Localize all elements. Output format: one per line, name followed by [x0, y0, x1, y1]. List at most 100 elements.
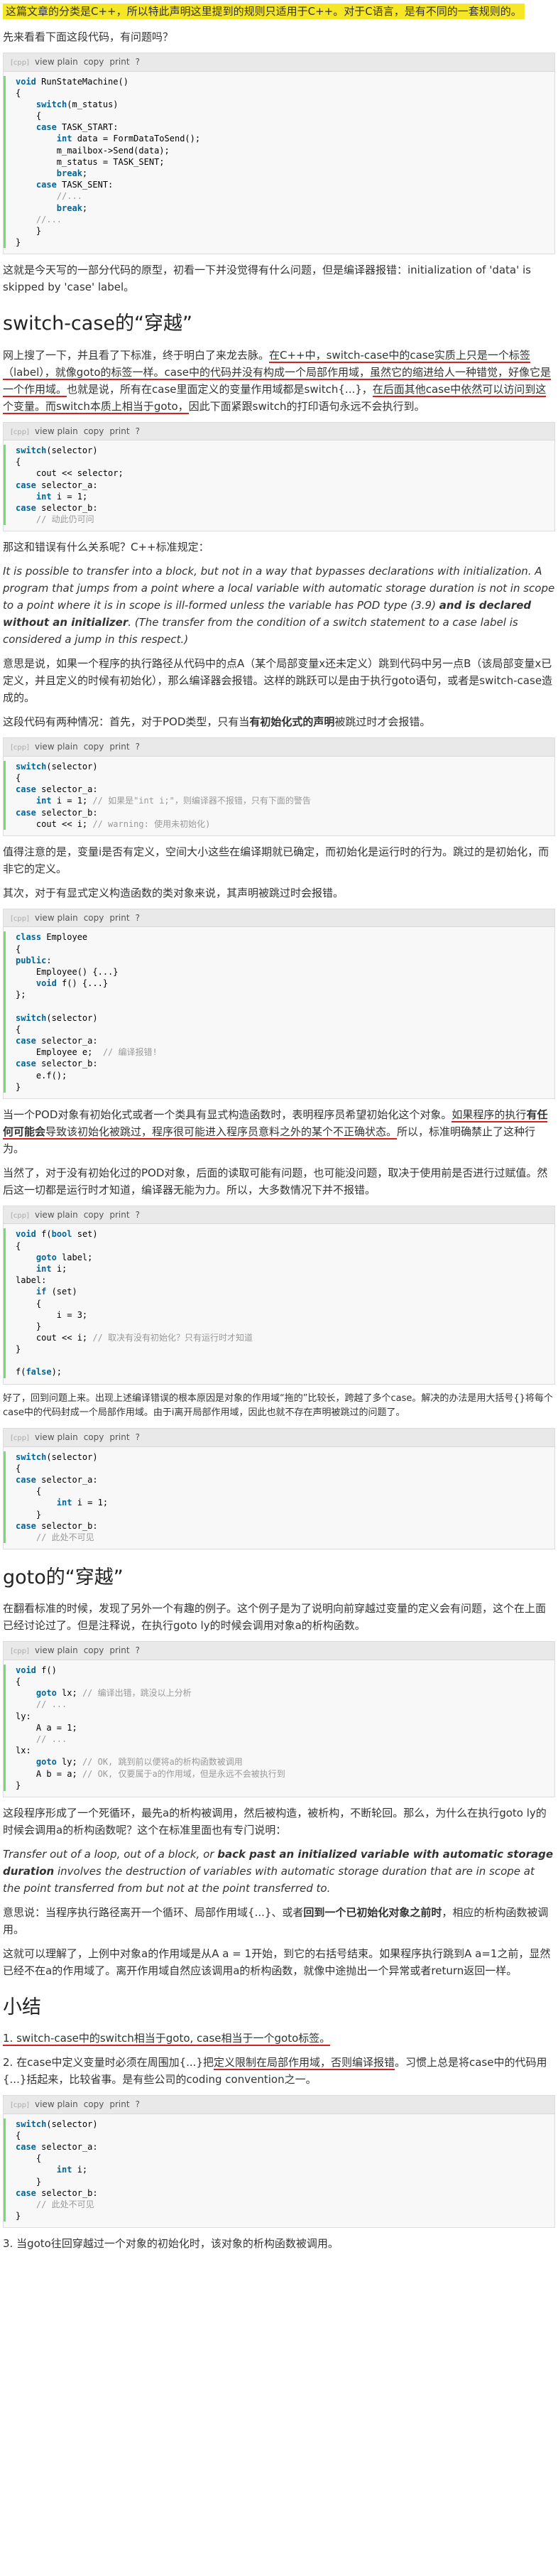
paragraph-8-a: 当一个POD对象有初始化式或者一个类具有显式构造函数时，表明程序员希望初始化这个… — [3, 1108, 452, 1121]
code-line: // ... — [4, 1733, 554, 1746]
heading-goto: goto的“穿越” — [3, 1566, 124, 1589]
article: 这篇文章的分类是C++，所以特此声明这里提到的规则只适用于C++。对于C语言，是… — [0, 3, 558, 2273]
copy-link[interactable]: copy — [84, 913, 104, 923]
code-line: goto label; — [4, 1251, 554, 1263]
code-line: { — [4, 943, 554, 955]
print-link[interactable]: print — [109, 426, 129, 436]
code-lines: switch(selector){ cout << selector; case … — [4, 440, 554, 531]
paragraph-14: 这就可以理解了，上例中对象a的作用域是从A a = 1开始，到它的右括号结束。如… — [3, 1947, 551, 1977]
code-line: } — [4, 237, 554, 249]
code-toolbar: [cpp] view plain copy print? — [4, 422, 554, 440]
code-line: } — [4, 1343, 554, 1355]
code-lines: void f(){ goto lx; // 编译出错，跳没以上分析 // ...… — [4, 1660, 554, 1797]
view-plain-link[interactable]: view plain — [35, 1432, 78, 1442]
code-line: { — [4, 2129, 554, 2142]
help-link[interactable]: ? — [136, 2099, 140, 2109]
code-line: { — [4, 110, 554, 122]
code-line: cout << i; // 取决有没有初始化？只有运行时才知道 — [4, 1332, 554, 1344]
code-line: void f() — [4, 1664, 554, 1677]
code-line: void RunStateMachine() — [4, 75, 554, 87]
copy-link[interactable]: copy — [84, 57, 104, 67]
copy-tag-label: [cpp] — [11, 59, 29, 67]
copy-tag-label: [cpp] — [11, 1647, 29, 1656]
code-block-1: [cpp] view plain copy print? void RunStateMa… — [3, 53, 555, 255]
code-line: cout << selector; — [4, 467, 554, 480]
code-line: m_mailbox->Send(data); — [4, 144, 554, 156]
code-line: lx: — [4, 1745, 554, 1757]
help-link[interactable]: ? — [136, 1645, 140, 1655]
code-line — [4, 1000, 554, 1012]
code-toolbar: [cpp] view plain copy print? — [4, 1206, 554, 1225]
code-lines: void RunStateMachine(){ switch(m_status)… — [4, 72, 554, 254]
code-line: // 此处不可见 — [4, 1532, 554, 1544]
code-line: } — [4, 224, 554, 237]
view-plain-link[interactable]: view plain — [35, 57, 78, 67]
code-line: switch(selector) — [4, 445, 554, 457]
code-line: { — [4, 1676, 554, 1688]
paragraph-5-c: 被跳过时才会报错。 — [334, 715, 431, 729]
code-line: int i = 1; — [4, 490, 554, 502]
help-link[interactable]: ? — [136, 1210, 140, 1220]
copy-link[interactable]: copy — [84, 742, 104, 752]
view-plain-link[interactable]: view plain — [35, 1645, 78, 1655]
copy-link[interactable]: copy — [84, 1645, 104, 1655]
help-link[interactable]: ? — [136, 1432, 140, 1442]
code-line: ly: — [4, 1710, 554, 1722]
code-line: case selector_b: — [4, 1058, 554, 1070]
code-line: int i = 1; — [4, 1497, 554, 1509]
print-link[interactable]: print — [109, 2099, 129, 2109]
print-link[interactable]: print — [109, 57, 129, 67]
view-plain-link[interactable]: view plain — [35, 913, 78, 923]
print-link[interactable]: print — [109, 1210, 129, 1220]
help-link[interactable]: ? — [136, 742, 140, 752]
copy-tag-label: [cpp] — [11, 744, 29, 752]
paragraph-13: 意思说：当程序执行路径离开一个循环、局部作用域{...}、或者回到一个已初始化对… — [3, 1904, 555, 1938]
copy-tag-label: [cpp] — [11, 428, 29, 436]
code-toolbar: [cpp] view plain copy print? — [4, 53, 554, 72]
paragraph-8: 当一个POD对象有初始化式或者一个类具有显式构造函数时，表明程序员希望初始化这个… — [3, 1106, 555, 1157]
code-line: case TASK_START: — [4, 121, 554, 134]
code-line: //... — [4, 213, 554, 225]
help-link[interactable]: ? — [136, 913, 140, 923]
copy-link[interactable]: copy — [84, 2099, 104, 2109]
code-toolbar: [cpp] view plain copy print? — [4, 909, 554, 928]
code-line: switch(selector) — [4, 760, 554, 772]
view-plain-link[interactable]: view plain — [35, 1210, 78, 1220]
help-link[interactable]: ? — [136, 57, 140, 67]
copy-link[interactable]: copy — [84, 1432, 104, 1442]
view-plain-link[interactable]: view plain — [35, 742, 78, 752]
code-line: break; — [4, 202, 554, 214]
code-line: int data = FormDataToSend(); — [4, 133, 554, 145]
code-line: case selector_a: — [4, 1034, 554, 1047]
print-link[interactable]: print — [109, 1645, 129, 1655]
paragraph-11: 在翻看标准的时候，发现了另外一个有趣的例子。这个例子是为了说明向前穿越过变量的定… — [3, 1602, 547, 1633]
paragraph-12: 这段程序形成了一个死循环，最先a的析构被调用，然后被构造，被析构，不断轮回。那么… — [3, 1806, 547, 1836]
intro-question: 先来看看下面这段代码，有问题吗？ — [3, 31, 174, 43]
paragraph-13-a: 意思说：当程序执行路径离开一个循环、局部作用域{...}、或者 — [3, 1905, 304, 1919]
summary-item-3: 3. 当goto往回穿越过一个对象的初始化时，该对象的析构函数被调用。 — [3, 2237, 339, 2251]
copy-link[interactable]: copy — [84, 426, 104, 436]
intro-highlight: 这篇文章的分类是C++，所以特此声明这里提到的规则只适用于C++。对于C语言，是… — [3, 4, 525, 19]
code-line: break; — [4, 168, 554, 180]
copy-link[interactable]: copy — [84, 1210, 104, 1220]
print-link[interactable]: print — [109, 742, 129, 752]
print-link[interactable]: print — [109, 913, 129, 923]
view-plain-link[interactable]: view plain — [35, 2099, 78, 2109]
code-line: // ... — [4, 1699, 554, 1711]
summary-item-1-text: 1. switch-case中的switch相当于goto, case相当于一个… — [3, 2032, 331, 2047]
code-line: { — [4, 2153, 554, 2165]
code-line: class Employee — [4, 931, 554, 943]
code-block-8: [cpp] view plain copy print? switch(selector… — [3, 2095, 555, 2229]
print-link[interactable]: print — [109, 1432, 129, 1442]
code-lines: switch(selector){case selector_a: { int … — [4, 1447, 554, 1549]
paragraph-2-c: 也就是说，所有在case里面定义的变量作用域都是switch{...}， — [67, 382, 373, 396]
summary-item-1: 1. switch-case中的switch相当于goto, case相当于一个… — [3, 2030, 555, 2047]
summary-list: 1. switch-case中的switch相当于goto, case相当于一个… — [3, 2030, 555, 2088]
code-line: e.f(); — [4, 1069, 554, 1081]
code-line: Employee() {...} — [4, 966, 554, 978]
view-plain-link[interactable]: view plain — [35, 426, 78, 436]
help-link[interactable]: ? — [136, 426, 140, 436]
standard-quote-2: Transfer out of a loop, out of a block, … — [3, 1846, 555, 1897]
code-line: goto ly; // OK, 跳到前以便将a的析构函数被调用 — [4, 1756, 554, 1768]
code-line: switch(selector) — [4, 1012, 554, 1024]
